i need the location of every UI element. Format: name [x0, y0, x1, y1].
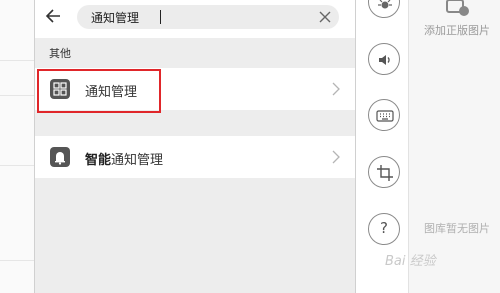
divider: [0, 95, 34, 96]
result-item-label-bold: 智能: [85, 153, 112, 168]
volume-button[interactable]: [368, 43, 400, 75]
speaker-icon: [379, 55, 390, 65]
highlight-annotation-box: [37, 69, 161, 113]
search-bar: 通知管理: [35, 0, 355, 38]
watermark: Bai 经验: [385, 254, 436, 269]
help-button[interactable]: ?: [368, 213, 400, 245]
back-arrow-icon[interactable]: [43, 5, 65, 27]
keyboard-icon: [376, 110, 394, 122]
bell-icon: [50, 147, 70, 167]
search-query-text: 通知管理: [91, 11, 140, 25]
keyboard-button[interactable]: [368, 99, 400, 131]
search-input[interactable]: 通知管理: [77, 5, 339, 29]
question-mark-icon: ?: [380, 219, 388, 237]
brightness-button[interactable]: [368, 0, 400, 18]
section-label-other: 其他: [49, 47, 71, 60]
sun-icon: [378, 0, 392, 9]
background-page-strip: [0, 0, 34, 293]
crop-icon: [377, 165, 393, 181]
chevron-right-icon: [331, 81, 341, 97]
settings-search-panel: 通知管理 其他 通知管理 智能通知管理: [34, 0, 356, 293]
add-genuine-image-label[interactable]: 添加正版图片: [424, 22, 490, 38]
divider: [0, 165, 34, 166]
clear-icon[interactable]: [317, 9, 333, 25]
result-item-smart-notification-management[interactable]: 智能通知管理: [35, 136, 355, 178]
genuine-image-icon[interactable]: [445, 0, 471, 16]
crop-button[interactable]: [368, 156, 400, 188]
divider: [0, 60, 34, 61]
result-item-label-rest: 通知管理: [111, 153, 164, 168]
chevron-right-icon: [331, 149, 341, 165]
result-item-label: 智能通知管理: [85, 149, 163, 168]
text-caret: [160, 10, 161, 24]
no-images-label: 图库暂无图片: [424, 222, 490, 235]
divider: [0, 260, 34, 261]
